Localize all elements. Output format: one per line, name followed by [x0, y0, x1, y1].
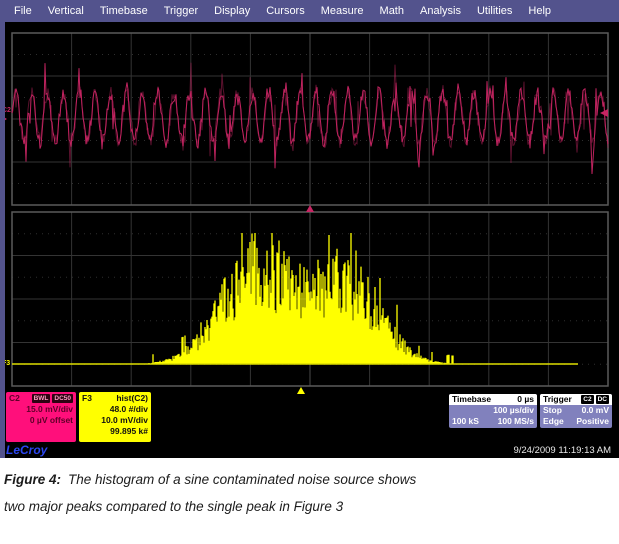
- c2-channel-label: C2: [9, 393, 20, 404]
- c2-dc50-badge: DC50: [52, 394, 73, 403]
- c2-coupling-badges: BWL DC50: [30, 394, 73, 403]
- histogram-center-marker[interactable]: [297, 387, 305, 394]
- trigger-type: Edge: [543, 416, 564, 427]
- menu-trigger[interactable]: Trigger: [156, 5, 206, 17]
- menu-measure[interactable]: Measure: [313, 5, 372, 17]
- menu-cursors[interactable]: Cursors: [258, 5, 313, 17]
- c2-offset: 0 µV offset: [9, 415, 73, 426]
- timebase-delay: 0 µs: [517, 394, 534, 405]
- timebase-label: Timebase: [452, 394, 491, 405]
- trigger-coupling-badge: DC: [596, 395, 609, 404]
- f3-mv-per-div: 10.0 mV/div: [82, 415, 148, 426]
- c2-volts-per-div: 15.0 mV/div: [9, 404, 73, 415]
- timebase-per-div: 100 µs/div: [493, 405, 534, 416]
- trigger-label: Trigger: [543, 394, 572, 405]
- menu-file[interactable]: File: [6, 5, 40, 17]
- menu-math[interactable]: Math: [372, 5, 412, 17]
- menu-help[interactable]: Help: [520, 5, 559, 17]
- timebase-box[interactable]: Timebase 0 µs 100 µs/div 100 kS 100 MS/s: [449, 394, 537, 428]
- f3-trace-label: F3: [82, 393, 92, 404]
- figure-caption: Figure 4:The histogram of a sine contami…: [0, 458, 619, 544]
- window-left-border: [0, 22, 5, 458]
- caption-label: Figure 4:: [4, 472, 61, 487]
- menu-bar: File Vertical Timebase Trigger Display C…: [0, 0, 619, 22]
- f3-descriptor-box[interactable]: F3 hist(C2) 48.0 #/div 10.0 mV/div 99.89…: [79, 392, 151, 442]
- menu-timebase[interactable]: Timebase: [92, 5, 156, 17]
- trigger-time-marker[interactable]: [306, 205, 314, 212]
- trigger-level: 0.0 mV: [582, 405, 609, 416]
- trigger-box[interactable]: Trigger C2 DC Stop 0.0 mV Edge Positive: [540, 394, 612, 428]
- menu-utilities[interactable]: Utilities: [469, 5, 520, 17]
- oscilloscope-window: File Vertical Timebase Trigger Display C…: [0, 0, 619, 458]
- trigger-source-badge: C2: [581, 395, 593, 404]
- menu-analysis[interactable]: Analysis: [412, 5, 469, 17]
- c2-descriptor-box[interactable]: C2 BWL DC50 15.0 mV/div 0 µV offset: [6, 392, 76, 442]
- menu-vertical[interactable]: Vertical: [40, 5, 92, 17]
- c2-bwl-badge: BWL: [32, 394, 51, 403]
- f3-function-label: hist(C2): [116, 393, 148, 404]
- timebase-rate: 100 MS/s: [498, 416, 534, 427]
- caption-text: The histogram of a sine contaminated noi…: [4, 472, 416, 514]
- screenshot-root: File Vertical Timebase Trigger Display C…: [0, 0, 619, 544]
- menu-display[interactable]: Display: [206, 5, 258, 17]
- lecroy-logo: LeCroy: [6, 443, 47, 457]
- f3-population: 99.895 k#: [82, 426, 148, 437]
- trigger-slope: Positive: [576, 416, 609, 427]
- trigger-source-badges: C2 DC: [579, 395, 609, 404]
- scope-screen: C2 F3 C2 BWL DC50 15.0 mV/div 0 µV offset…: [0, 22, 619, 458]
- timebase-samples: 100 kS: [452, 416, 479, 427]
- f3-counts-per-div: 48.0 #/div: [82, 404, 148, 415]
- datetime-status: 9/24/2009 11:19:13 AM: [513, 445, 611, 456]
- trigger-mode: Stop: [543, 405, 562, 416]
